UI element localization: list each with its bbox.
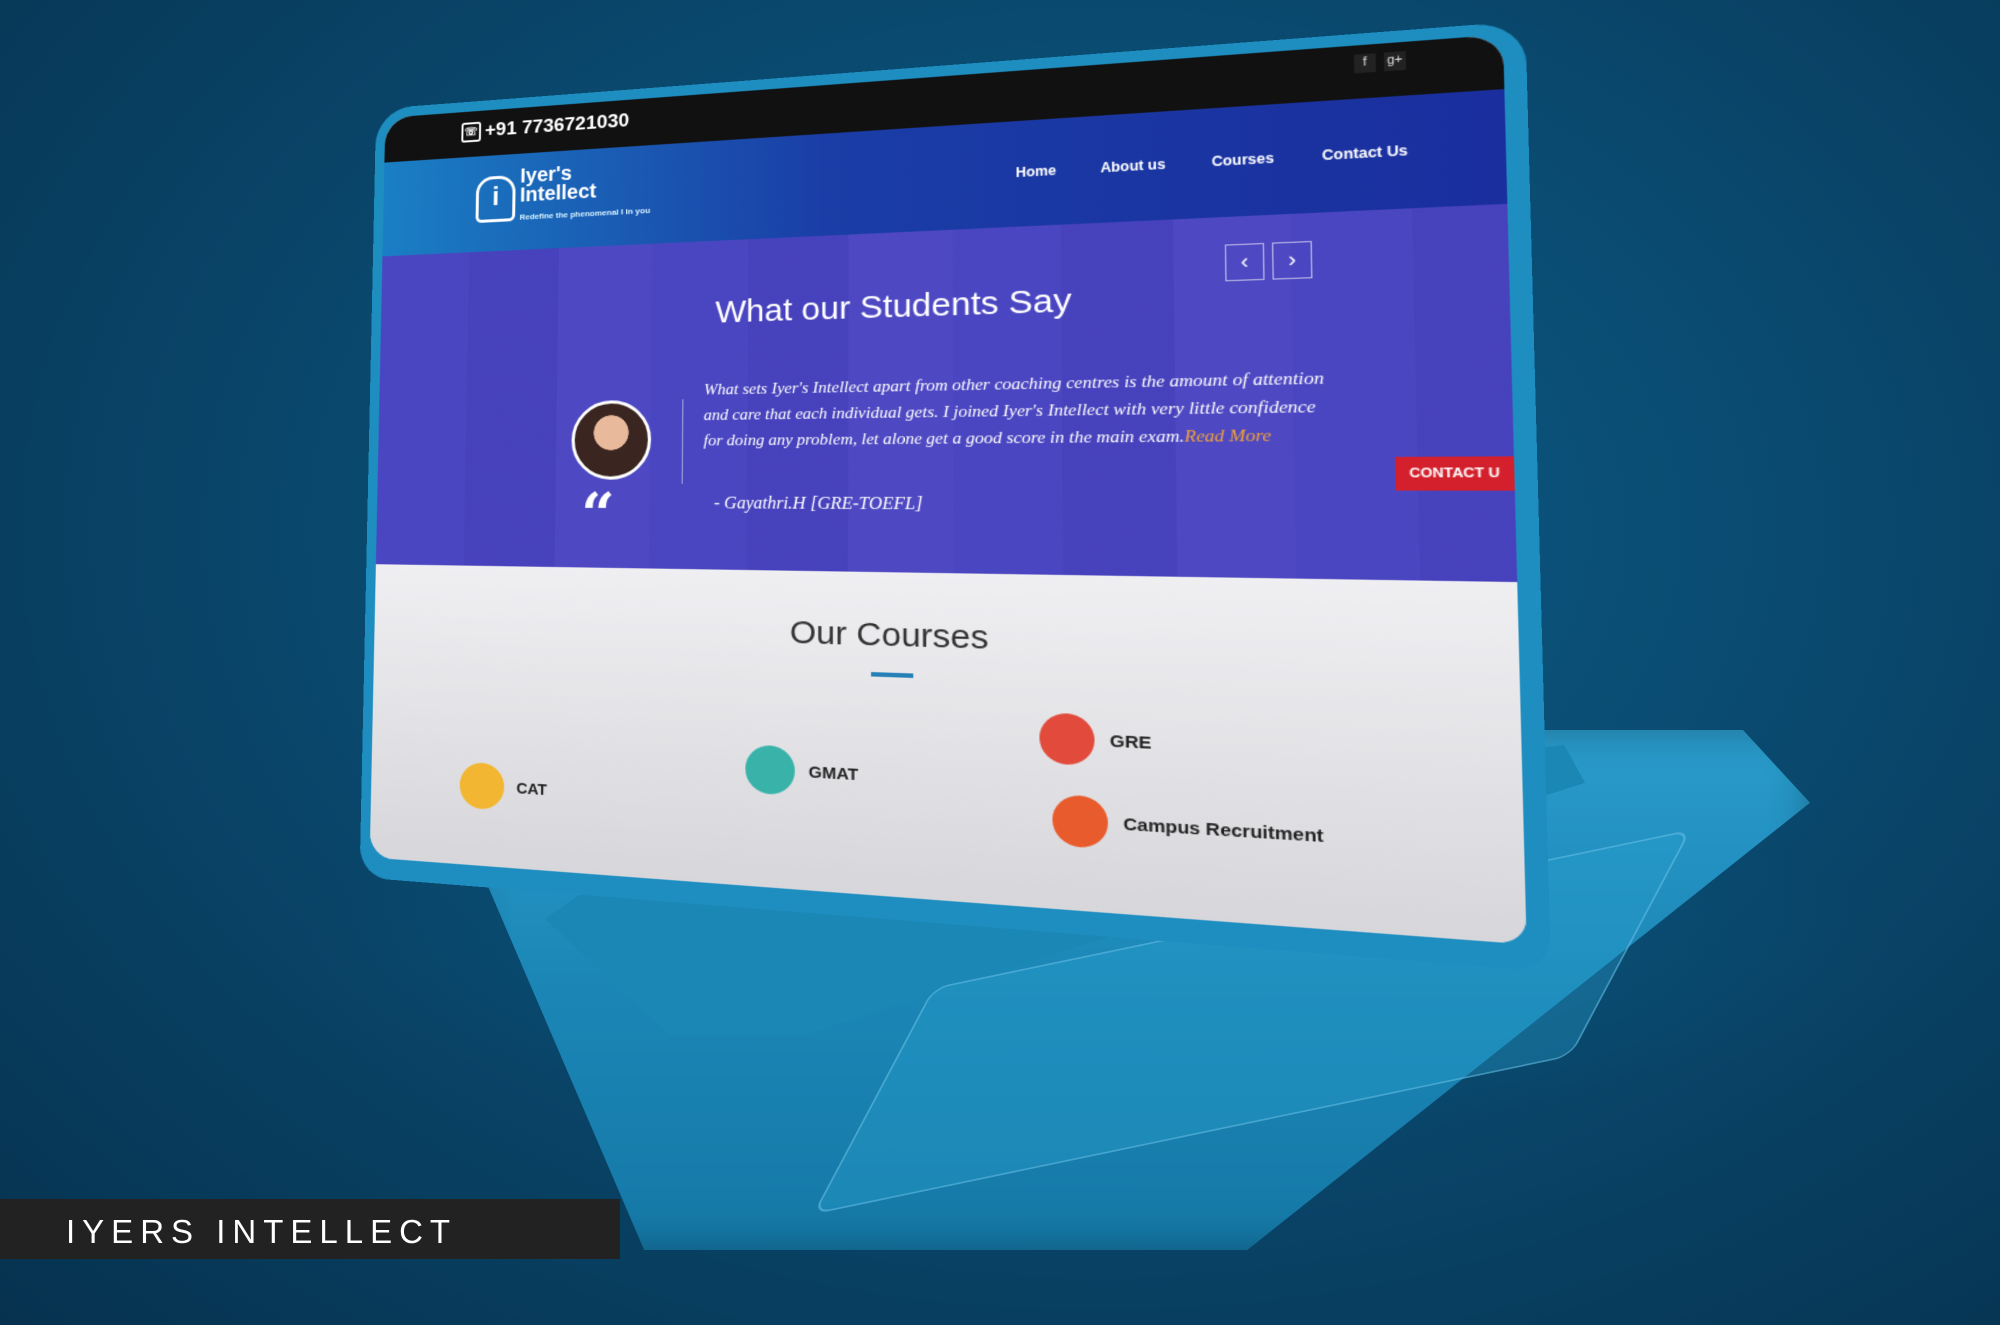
logo-house-icon: i (476, 174, 516, 222)
course-cat-label: CAT (516, 779, 547, 799)
caption-text: IYERS INTELLECT (66, 1213, 457, 1251)
carousel-next-button[interactable]: › (1272, 241, 1313, 280)
course-gmat[interactable]: GMAT (745, 744, 858, 799)
quote-divider (682, 399, 684, 484)
laptop-screen: ☏ +91 7736721030 f g+ i Iyer's Intellect… (370, 34, 1527, 944)
nav-about-us[interactable]: About us (1100, 156, 1165, 175)
nav-contact-us[interactable]: Contact Us (1322, 142, 1408, 163)
course-cat[interactable]: CAT (459, 762, 547, 813)
course-campus-recruitment[interactable]: Campus Recruitment (1052, 794, 1324, 863)
testimonial-title: What our Students Say (715, 282, 1072, 331)
course-campus-recruitment-label: Campus Recruitment (1123, 814, 1324, 846)
phone-number[interactable]: ☏ +91 7736721030 (461, 110, 629, 144)
contact-us-tab[interactable]: CONTACT U (1395, 456, 1515, 490)
courses-section: Our Courses CAT GMAT GRE Campus Recruitm… (370, 564, 1527, 944)
testimonial-section: What our Students Say ‹ › “ What sets Iy… (376, 204, 1517, 582)
caption-bar: IYERS INTELLECT (0, 1199, 620, 1259)
course-gmat-label: GMAT (809, 762, 859, 784)
nav-home[interactable]: Home (1016, 163, 1056, 181)
student-avatar (571, 400, 651, 480)
logo-line2: Intellect (520, 180, 597, 207)
phone-icon: ☏ (461, 122, 481, 143)
brain-icon (459, 762, 504, 811)
nav-courses[interactable]: Courses (1211, 150, 1274, 170)
courses-underline (871, 672, 913, 678)
laptop-lid: ☏ +91 7736721030 f g+ i Iyer's Intellect… (360, 21, 1551, 972)
testimonial-quote: What sets Iyer's Intellect apart from ot… (703, 365, 1334, 454)
read-more-link[interactable]: Read More (1184, 427, 1271, 446)
google-plus-icon[interactable]: g+ (1384, 51, 1406, 71)
social-links: f g+ (1354, 51, 1406, 73)
recruitment-icon (1052, 794, 1108, 849)
logo-text: Iyer's Intellect Redefine the phenomenal… (519, 159, 650, 226)
site-logo[interactable]: i Iyer's Intellect Redefine the phenomen… (475, 159, 650, 229)
phone-text: +91 7736721030 (485, 110, 630, 142)
courses-title: Our Courses (374, 605, 1519, 675)
main-nav: Home About us Courses Contact Us (1016, 142, 1408, 180)
quote-icon: “ (581, 486, 615, 545)
carousel-prev-button[interactable]: ‹ (1225, 243, 1265, 281)
course-gre-label: GRE (1110, 731, 1152, 753)
testimonial-author: - Gayathri.H [GRE-TOEFL] (714, 494, 923, 514)
facebook-icon[interactable]: f (1354, 53, 1376, 73)
course-gre[interactable]: GRE (1039, 712, 1151, 768)
book-icon (745, 744, 795, 795)
molecule-icon (1039, 712, 1094, 766)
